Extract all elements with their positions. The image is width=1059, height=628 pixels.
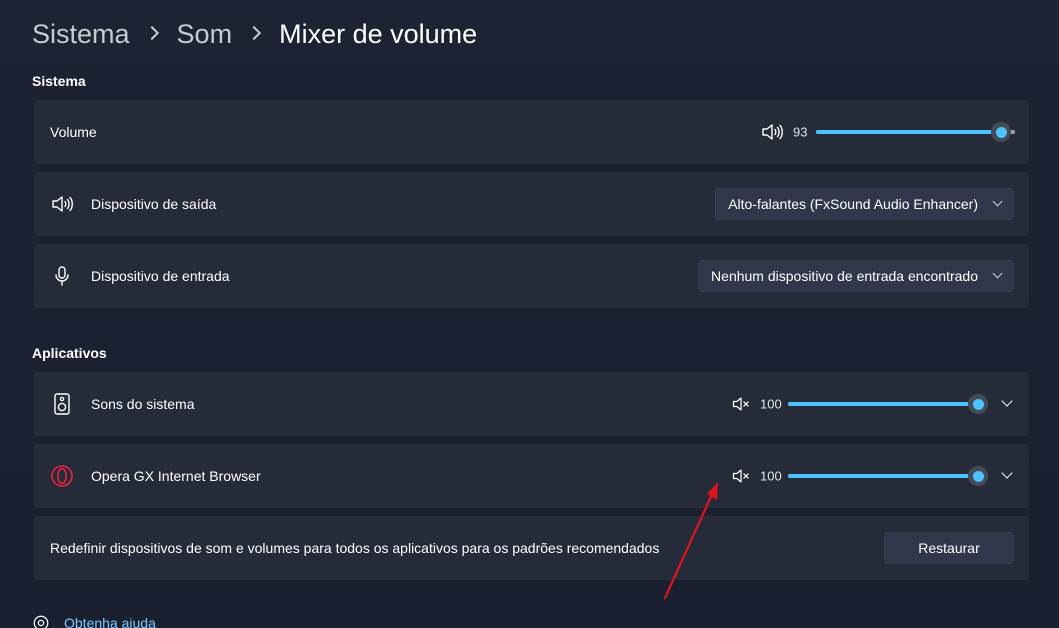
section-title-sistema: Sistema [32, 73, 86, 89]
app-volume-slider[interactable] [788, 394, 988, 414]
speaker-muted-icon[interactable] [731, 466, 751, 486]
help-link[interactable]: Obtenha ajuda [64, 615, 156, 628]
microphone-icon [55, 266, 69, 286]
slider-fill [788, 474, 978, 478]
chevron-right-icon [144, 25, 159, 41]
app-name: Sons do sistema [91, 396, 195, 412]
speaker-icon[interactable] [760, 120, 784, 144]
app-name: Opera GX Internet Browser [91, 468, 261, 484]
help-row: Obtenha ajuda [32, 614, 156, 628]
slider-fill [816, 130, 1002, 134]
slider-thumb[interactable] [968, 466, 988, 486]
chevron-down-icon [992, 196, 1003, 206]
input-device-dropdown[interactable]: Nenhum dispositivo de entrada encontrado [698, 260, 1014, 292]
input-device-card: Dispositivo de entrada Nenhum dispositiv… [33, 243, 1030, 309]
input-device-label: Dispositivo de entrada [91, 268, 230, 284]
help-icon [33, 615, 49, 628]
reset-card: Redefinir dispositivos de som e volumes … [33, 515, 1030, 581]
app-volume-value: 100 [760, 468, 782, 484]
speaker-muted-icon[interactable] [731, 394, 751, 414]
breadcrumb-som[interactable]: Som [177, 19, 233, 50]
section-title-aplicativos: Aplicativos [32, 345, 107, 361]
breadcrumb: Sistema Som Mixer de volume [32, 14, 477, 54]
expand-button[interactable] [995, 392, 1019, 416]
master-volume-card: Volume 93 [33, 99, 1030, 165]
input-device-selected: Nenhum dispositivo de entrada encontrado [711, 268, 978, 284]
output-device-label: Dispositivo de saída [91, 196, 217, 212]
chevron-down-icon [992, 268, 1003, 278]
slider-fill [788, 402, 978, 406]
system-sounds-icon [54, 393, 70, 415]
slider-thumb[interactable] [968, 394, 988, 414]
output-device-selected: Alto-falantes (FxSound Audio Enhancer) [728, 196, 978, 212]
chevron-right-icon [247, 25, 262, 41]
app-volume-card: Sons do sistema 100 [33, 371, 1030, 437]
output-device-dropdown[interactable]: Alto-falantes (FxSound Audio Enhancer) [715, 188, 1014, 220]
app-volume-value: 100 [760, 396, 782, 412]
output-device-card: Dispositivo de saída Alto-falantes (FxSo… [33, 171, 1030, 237]
app-volume-card: Opera GX Internet Browser 100 [33, 443, 1030, 509]
page-title: Mixer de volume [279, 18, 478, 49]
opera-gx-icon [51, 465, 73, 487]
restore-button[interactable]: Restaurar [884, 532, 1014, 564]
expand-button[interactable] [995, 464, 1019, 488]
chevron-down-icon [1001, 467, 1013, 479]
breadcrumb-sistema[interactable]: Sistema [32, 19, 130, 50]
volume-label: Volume [50, 124, 97, 140]
chevron-down-icon [1001, 395, 1013, 407]
reset-description: Redefinir dispositivos de som e volumes … [50, 540, 660, 556]
slider-thumb[interactable] [991, 122, 1012, 142]
speaker-icon [52, 196, 73, 212]
app-volume-slider[interactable] [788, 466, 988, 486]
master-volume-value: 93 [793, 124, 808, 140]
master-volume-slider[interactable] [816, 122, 1015, 142]
